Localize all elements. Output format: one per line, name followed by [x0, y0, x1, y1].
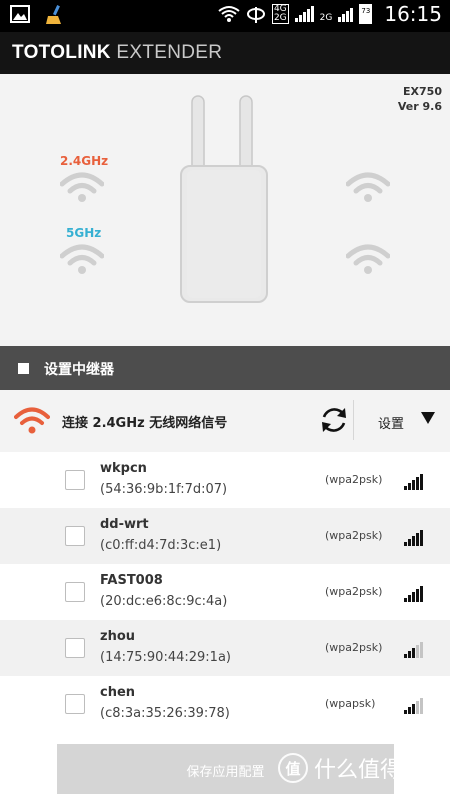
network-type-badge: 4G 2G	[271, 4, 289, 24]
signal-strength-icon	[404, 530, 423, 546]
watermark: 值 什么值得买	[278, 752, 424, 784]
network-row[interactable]: FAST008 (20:dc:e6:8c:9c:4a) (wpa2psk)	[0, 564, 450, 620]
wifi-24ghz-source-icon	[60, 172, 104, 202]
network-ssid: wkpcn	[100, 461, 147, 476]
signal-bar	[412, 536, 415, 546]
status-bar: 4G 2G 2G 73 16:15	[0, 0, 450, 32]
network-ssid: chen	[100, 685, 136, 700]
wifi-icon	[218, 6, 240, 22]
signal-bar	[416, 477, 419, 490]
signal-bar	[404, 598, 407, 602]
device-model-info: EX750 Ver 9.6	[398, 84, 442, 114]
device-model: EX750	[403, 85, 442, 98]
photo-icon	[10, 5, 30, 23]
signal-bar	[408, 707, 411, 714]
network-checkbox[interactable]	[65, 526, 85, 546]
divider	[353, 400, 354, 440]
signal-bar	[420, 642, 423, 658]
network-ssid: dd-wrt	[100, 517, 149, 532]
clock: 16:15	[384, 2, 442, 26]
dropdown-arrow-icon[interactable]	[421, 412, 435, 424]
band-24ghz-label: 2.4GHz	[60, 154, 109, 168]
app-title-product: EXTENDER	[116, 42, 223, 63]
device-version: Ver 9.6	[397, 100, 442, 113]
app-bar: TOTOLINK EXTENDER	[0, 32, 450, 74]
signal-bar	[416, 701, 419, 714]
wifi-signal-icon	[14, 407, 50, 434]
battery-icon: 73	[359, 4, 373, 24]
signal-bar	[408, 483, 411, 490]
network-row[interactable]: dd-wrt (c0:ff:d4:7d:3c:e1) (wpa2psk)	[0, 508, 450, 564]
connect-row: 连接 2.4GHz 无线网络信号 设置	[0, 390, 450, 452]
network-security: (wpa2psk)	[325, 473, 383, 486]
signal-bar	[404, 710, 407, 714]
signal-bar	[420, 586, 423, 602]
extender-device-icon	[180, 95, 268, 303]
section-toggle[interactable]	[18, 363, 29, 374]
battery-level: 73	[361, 7, 371, 15]
signal-bar	[412, 648, 415, 658]
signal-bar	[416, 645, 419, 658]
wifi-5ghz-extended-icon	[346, 244, 390, 274]
connect-label: 连接 2.4GHz 无线网络信号	[62, 416, 228, 431]
signal-icon-2	[338, 6, 354, 22]
network-row[interactable]: wkpcn (54:36:9b:1f:7d:07) (wpa2psk)	[0, 452, 450, 508]
signal-bar	[404, 486, 407, 490]
network-checkbox[interactable]	[65, 582, 85, 602]
signal-bar	[420, 474, 423, 490]
app-title-brand: TOTOLINK	[12, 42, 111, 63]
network-mac: (c8:3a:35:26:39:78)	[100, 706, 230, 721]
signal-bar	[416, 589, 419, 602]
signal-strength-icon	[404, 586, 423, 602]
network-security: (wpapsk)	[325, 697, 376, 710]
signal-bar	[408, 651, 411, 658]
network-ssid: FAST008	[100, 573, 163, 588]
network-checkbox[interactable]	[65, 470, 85, 490]
network-security: (wpa2psk)	[325, 641, 383, 654]
watermark-text: 什么值得买	[314, 758, 425, 783]
network-2g-label: 2G	[273, 13, 287, 23]
carrier-icon	[246, 7, 265, 23]
network-mac: (14:75:90:44:29:1a)	[100, 650, 231, 665]
app-title: TOTOLINK EXTENDER	[12, 42, 222, 64]
network-checkbox[interactable]	[65, 694, 85, 714]
signal-strength-icon	[404, 474, 423, 490]
network-mac: (20:dc:e6:8c:9c:4a)	[100, 594, 228, 609]
signal-bar	[412, 704, 415, 714]
network-checkbox[interactable]	[65, 638, 85, 658]
signal-bar	[416, 533, 419, 546]
network-row[interactable]: zhou (14:75:90:44:29:1a) (wpa2psk)	[0, 620, 450, 676]
network-2g-label-b: 2G	[319, 13, 333, 23]
signal-bar	[412, 480, 415, 490]
wifi-24ghz-extended-icon	[346, 172, 390, 202]
refresh-icon[interactable]	[318, 404, 350, 436]
signal-icon	[294, 6, 314, 22]
network-security: (wpa2psk)	[325, 585, 383, 598]
signal-bar	[420, 530, 423, 546]
network-ssid: zhou	[100, 629, 136, 644]
signal-bar	[408, 539, 411, 546]
signal-bar	[412, 592, 415, 602]
network-security: (wpa2psk)	[325, 529, 383, 542]
settings-dropdown-label[interactable]: 设置	[378, 413, 404, 432]
signal-bar	[420, 698, 423, 714]
signal-strength-icon	[404, 698, 423, 714]
band-5ghz-label: 5GHz	[66, 226, 102, 240]
section-header: 设置中继器	[0, 346, 450, 390]
section-title: 设置中继器	[44, 362, 114, 378]
network-mac: (c0:ff:d4:7d:3c:e1)	[100, 538, 222, 553]
signal-bar	[404, 542, 407, 546]
wifi-5ghz-source-icon	[60, 244, 104, 274]
network-row[interactable]: chen (c8:3a:35:26:39:78) (wpapsk)	[0, 676, 450, 732]
network-list: wkpcn (54:36:9b:1f:7d:07) (wpa2psk) dd-w…	[0, 452, 450, 732]
signal-bar	[408, 595, 411, 602]
signal-strength-icon	[404, 642, 423, 658]
network-mac: (54:36:9b:1f:7d:07)	[100, 482, 228, 497]
broom-icon	[46, 5, 61, 24]
device-panel: EX750 Ver 9.6 2.4GHz 5GHz	[0, 74, 450, 346]
watermark-logo-icon: 值	[278, 753, 308, 783]
signal-bar	[404, 654, 407, 658]
